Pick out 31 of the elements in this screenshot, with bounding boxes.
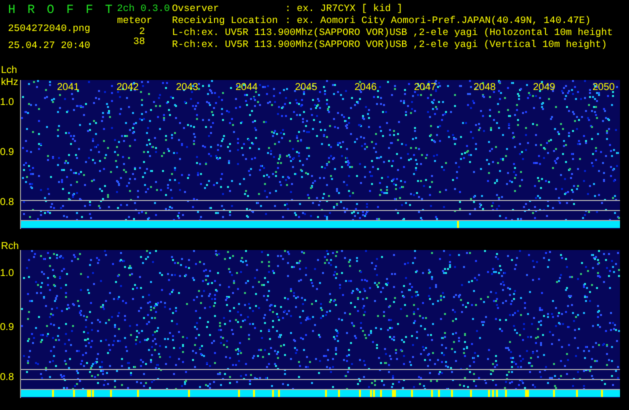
channel-description: R-ch:ex. UV5R 113.900Mhz(SAPPORO VOR)USB ,2-ele yagi (Vertical 10m height) — [172, 39, 608, 51]
time-label: 2049 — [533, 82, 556, 93]
channel-label: Lch — [1, 65, 18, 76]
time-label: 2047 — [414, 82, 436, 93]
app-title: H R O F F T — [8, 3, 116, 18]
info-value: : ex. Aomori City Aomori-Pref.JAPAN(40.49N, 140.47E) — [285, 15, 592, 27]
frequency-label: 0.8 — [0, 197, 14, 208]
info-value: : ex. JR7CYX [ kid ] — [285, 3, 404, 15]
meteor-count: 2 — [138, 27, 145, 37]
frequency-label: 0.9 — [0, 147, 14, 158]
frequency-label: 0.9 — [0, 322, 14, 333]
meteor-label: meteor — [117, 15, 154, 27]
unit-label: kHz — [1, 77, 18, 88]
time-label: 2050 — [592, 82, 615, 93]
meteor-count: 38 — [132, 37, 145, 47]
time-label: 2041 — [57, 82, 80, 93]
date-time: 25.04.27 20:40 — [8, 39, 92, 52]
info-label: Ovserver — [172, 3, 220, 15]
channel-description: L-ch:ex. UV5R 113.900Mhz(SAPPORO VOR)USB ,2-ele yagi (Holozontal 10m height — [172, 27, 613, 39]
time-label: 2046 — [354, 82, 377, 93]
time-label: 2044 — [236, 82, 258, 93]
time-label: 2048 — [474, 82, 496, 93]
channel-label: Rch — [1, 241, 19, 252]
time-label: 2042 — [116, 82, 139, 93]
app-version: 2ch 0.3.0 — [117, 3, 171, 15]
info-label: Receiving Location — [172, 15, 279, 27]
frequency-label: 1.0 — [0, 268, 14, 279]
file-name: 2504272040.png — [8, 22, 92, 35]
time-label: 2043 — [176, 82, 198, 93]
frequency-label: 1.0 — [0, 97, 14, 108]
frequency-label: 0.8 — [0, 372, 14, 383]
